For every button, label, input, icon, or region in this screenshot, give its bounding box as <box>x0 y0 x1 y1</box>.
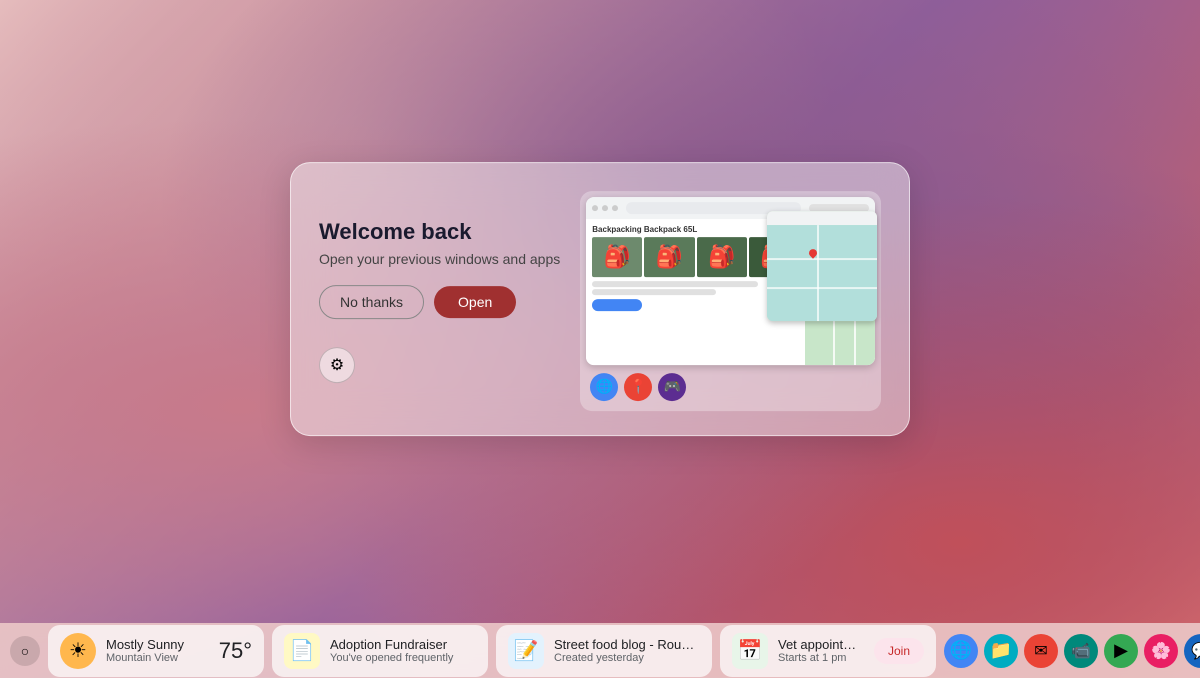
map-overlay-road3 <box>817 225 819 321</box>
fundraiser-card[interactable]: 📄 Adoption Fundraiser You've opened freq… <box>272 625 488 677</box>
map-window-bar <box>767 211 877 225</box>
welcome-dialog: Welcome back Open your previous windows … <box>290 162 910 436</box>
map-overlay-road2 <box>767 287 877 289</box>
preview-maps-icon: 📍 <box>624 373 652 401</box>
no-thanks-button[interactable]: No thanks <box>319 285 424 319</box>
product-btn <box>592 299 642 311</box>
browser-dot-2 <box>602 205 608 211</box>
weather-text: Mostly Sunny Mountain View <box>106 637 209 664</box>
dialog-buttons: No thanks Open <box>319 285 560 319</box>
fundraiser-subtitle: You've opened frequently <box>330 652 476 664</box>
dock-meet[interactable]: 📹 <box>1064 634 1098 668</box>
weather-subtitle: Mountain View <box>106 652 209 664</box>
files-dock-icon: 📁 <box>990 640 1012 661</box>
taskbar: ○ ☀ Mostly Sunny Mountain View 75° 📄 Ado… <box>0 623 1200 678</box>
dock-messages[interactable]: 💬 <box>1184 634 1200 668</box>
meet-dock-icon: 📹 <box>1071 641 1091 661</box>
gmail-dock-icon: ✉ <box>1034 641 1047 661</box>
browser-dot-1 <box>592 205 598 211</box>
dock-gmail[interactable]: ✉ <box>1024 634 1058 668</box>
chrome-dock-icon: 🌐 <box>950 640 972 661</box>
preview-app3-icon: 🎮 <box>658 373 686 401</box>
product-item-3: 🎒 <box>697 237 747 277</box>
blog-title: Street food blog - Rough draft <box>554 637 700 652</box>
dock-chrome[interactable]: 🌐 <box>944 634 978 668</box>
preview-app-icons: 🌐 📍 🎮 <box>586 371 875 403</box>
messages-dock-icon: 💬 <box>1191 641 1200 661</box>
fundraiser-title: Adoption Fundraiser <box>330 637 476 652</box>
vet-title: Vet appointment <box>778 637 864 652</box>
screen-frame: Welcome back Open your previous windows … <box>18 18 1182 623</box>
product-desc-line2 <box>592 289 716 295</box>
launcher-button[interactable]: ○ <box>10 636 40 666</box>
weather-card[interactable]: ☀ Mostly Sunny Mountain View 75° <box>48 625 264 677</box>
weather-icon: ☀ <box>60 633 96 669</box>
fundraiser-icon: 📄 <box>284 633 320 669</box>
dock-play[interactable]: ▶ <box>1104 634 1138 668</box>
gear-icon: ⚙ <box>330 355 344 375</box>
play-dock-icon: ▶ <box>1114 640 1128 661</box>
photos-dock-icon: 🌸 <box>1151 641 1171 661</box>
fundraiser-text: Adoption Fundraiser You've opened freque… <box>330 637 476 664</box>
product-item-1: 🎒 <box>592 237 642 277</box>
weather-temp: 75° <box>219 638 252 664</box>
system-tray: 🌐 📁 ✉ 📹 ▶ 🌸 💬 ▶ 📺 <box>944 634 1200 668</box>
chrome-icon: 🌐 <box>596 378 613 395</box>
blog-icon: 📝 <box>508 633 544 669</box>
product-item-2: 🎒 <box>644 237 694 277</box>
blog-text: Street food blog - Rough draft Created y… <box>554 637 700 664</box>
dock-area: 🌐 📁 ✉ 📹 ▶ 🌸 💬 ▶ <box>944 634 1200 668</box>
app3-icon: 🎮 <box>664 378 681 395</box>
product-desc-line1 <box>592 281 757 287</box>
open-button[interactable]: Open <box>434 286 516 318</box>
dock-photos[interactable]: 🌸 <box>1144 634 1178 668</box>
browser-dot-3 <box>612 205 618 211</box>
settings-icon-button[interactable]: ⚙ <box>319 347 355 383</box>
dock-files[interactable]: 📁 <box>984 634 1018 668</box>
blog-subtitle: Created yesterday <box>554 652 700 664</box>
weather-title: Mostly Sunny <box>106 637 209 652</box>
map-window-content <box>767 225 877 321</box>
vet-icon: 📅 <box>732 633 768 669</box>
dialog-settings-area: ⚙ <box>319 347 560 383</box>
dialog-title: Welcome back <box>319 219 560 245</box>
map-overlay-road1 <box>767 258 877 260</box>
vet-subtitle: Starts at 1 pm <box>778 652 864 664</box>
preview-chrome-icon: 🌐 <box>590 373 618 401</box>
maps-icon: 📍 <box>630 378 647 395</box>
suggestions-row: ☀ Mostly Sunny Mountain View 75° 📄 Adopt… <box>48 625 936 677</box>
blog-card[interactable]: 📝 Street food blog - Rough draft Created… <box>496 625 712 677</box>
vet-text: Vet appointment Starts at 1 pm <box>778 637 864 664</box>
dialog-left: Welcome back Open your previous windows … <box>319 219 560 383</box>
preview-map-overlay <box>767 211 877 321</box>
join-button[interactable]: Join <box>874 638 924 664</box>
dialog-preview: Backpacking Backpack 65L 🎒 🎒 🎒 🎒 <box>580 191 881 411</box>
vet-card[interactable]: 📅 Vet appointment Starts at 1 pm Join <box>720 625 936 677</box>
dialog-subtitle: Open your previous windows and apps <box>319 251 560 267</box>
launcher-icon: ○ <box>21 643 29 659</box>
